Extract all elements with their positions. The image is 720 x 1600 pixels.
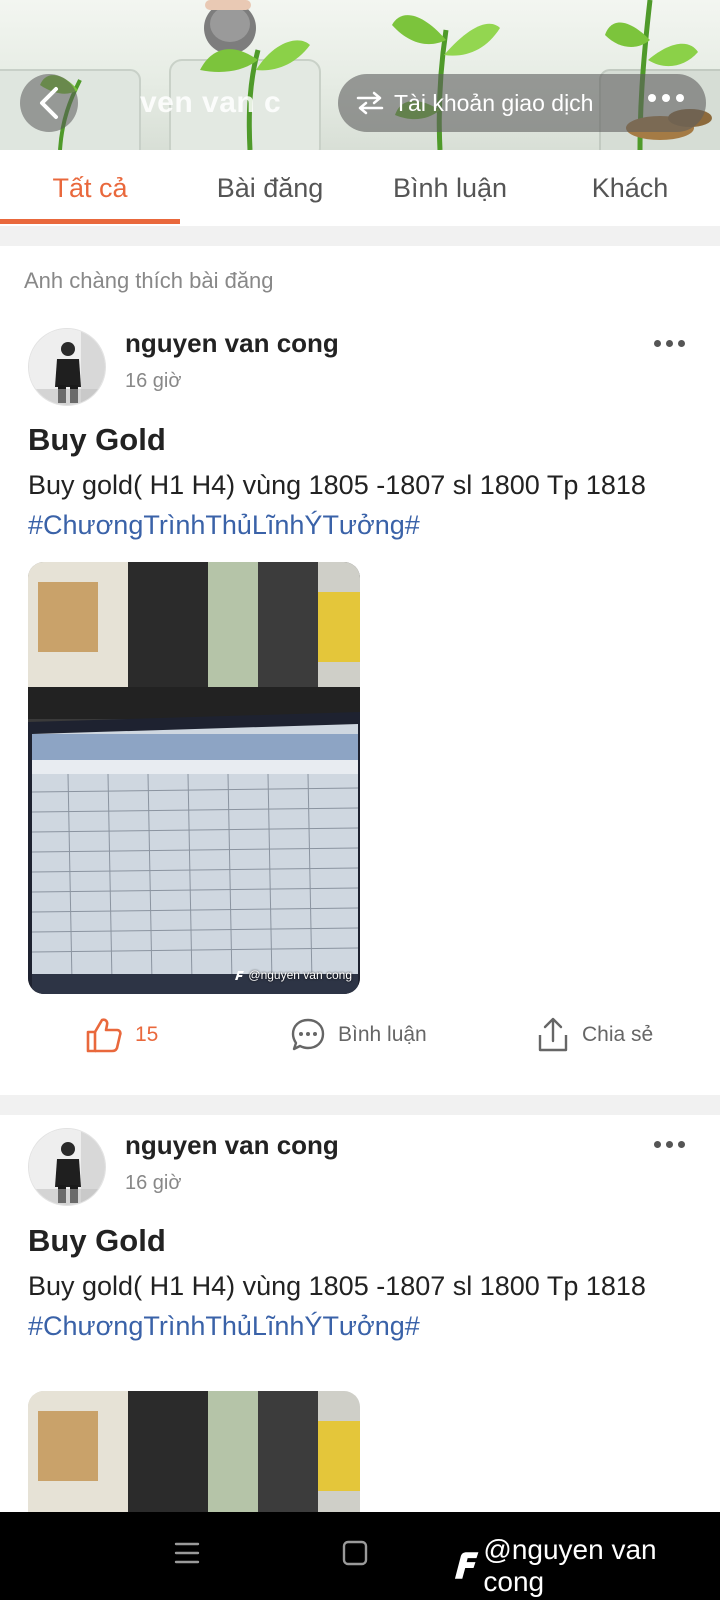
avatar-image (29, 329, 105, 405)
footer-watermark: @nguyen van cong (452, 1534, 720, 1598)
brand-logo-icon (235, 971, 245, 980)
thumbs-up-icon (86, 1018, 122, 1053)
post-photo-illustration (28, 1391, 360, 1531)
post-hashtag[interactable]: #ChươngTrìnhThủLĩnhÝTưởng# (28, 510, 420, 541)
comment-label: Bình luận (338, 1023, 427, 1046)
recent-apps-button[interactable] (174, 1540, 200, 1571)
more-dots-icon[interactable] (648, 94, 684, 102)
post-author[interactable]: nguyen van cong (125, 328, 339, 359)
tab-posts[interactable]: Bài đăng (180, 150, 360, 226)
image-watermark: @nguyen van cong (233, 968, 352, 982)
tab-all[interactable]: Tất cả (0, 150, 180, 226)
trading-account-label: Tài khoản giao dịch (394, 89, 594, 116)
like-count: 15 (135, 1023, 159, 1046)
share-label: Chia sẻ (582, 1023, 654, 1046)
post-actions: 15 Bình luận Chia sẻ (0, 1005, 720, 1065)
avatar-image (29, 1129, 105, 1205)
tabs-divider (0, 226, 720, 246)
comment-bubble-icon (291, 1018, 325, 1051)
profile-tabs: Tất cả Bài đăng Bình luận Khách (0, 150, 720, 226)
post-title[interactable]: Buy Gold (28, 1223, 166, 1259)
tab-comments[interactable]: Bình luận (360, 150, 540, 226)
post-photo-illustration (28, 562, 360, 994)
like-button[interactable]: 15 (85, 1005, 158, 1065)
more-dots-icon[interactable] (654, 334, 685, 353)
tab-guests[interactable]: Khách (540, 150, 720, 226)
more-dots-icon[interactable] (654, 1135, 685, 1154)
square-home-icon (342, 1540, 368, 1566)
trading-account-button[interactable]: Tài khoản giao dịch (338, 74, 706, 132)
post-title[interactable]: Buy Gold (28, 422, 166, 458)
post-body: Buy gold( H1 H4) vùng 1805 -1807 sl 1800… (28, 470, 646, 500)
post-body: Buy gold( H1 H4) vùng 1805 -1807 sl 1800… (28, 1271, 646, 1301)
profile-banner: ven van c Tài khoản giao dịch (0, 0, 720, 150)
back-button[interactable] (20, 74, 78, 132)
post-time: 16 giờ (125, 370, 182, 392)
avatar[interactable] (28, 1128, 106, 1206)
chevron-left-icon (40, 87, 58, 119)
post-image[interactable]: @nguyen van cong (28, 562, 360, 994)
home-button[interactable] (342, 1540, 368, 1571)
footer-watermark-text: @nguyen van cong (483, 1534, 657, 1597)
share-icon (538, 1017, 568, 1052)
post-card: nguyen van cong 16 giờ Buy Gold Buy gold… (0, 1115, 720, 1531)
post-time: 16 giờ (125, 1172, 182, 1194)
activity-label: Anh chàng thích bài đăng (24, 268, 274, 293)
swap-arrows-icon (356, 91, 384, 115)
post-card: nguyen van cong 16 giờ Buy Gold Buy gold… (0, 300, 720, 1095)
brand-logo-icon (454, 1552, 479, 1579)
banner-profile-name: ven van c (140, 86, 282, 119)
post-hashtag[interactable]: #ChươngTrìnhThủLĩnhÝTưởng# (28, 1311, 420, 1342)
post-image[interactable] (28, 1391, 360, 1531)
comment-button[interactable]: Bình luận (290, 1005, 427, 1065)
avatar[interactable] (28, 328, 106, 406)
system-navigation-bar: @nguyen van cong (0, 1512, 720, 1600)
post-separator (0, 1095, 720, 1115)
image-watermark-text: @nguyen van cong (248, 968, 352, 982)
share-button[interactable]: Chia sẻ (536, 1005, 653, 1065)
post-author[interactable]: nguyen van cong (125, 1130, 339, 1161)
menu-lines-icon (174, 1542, 200, 1564)
